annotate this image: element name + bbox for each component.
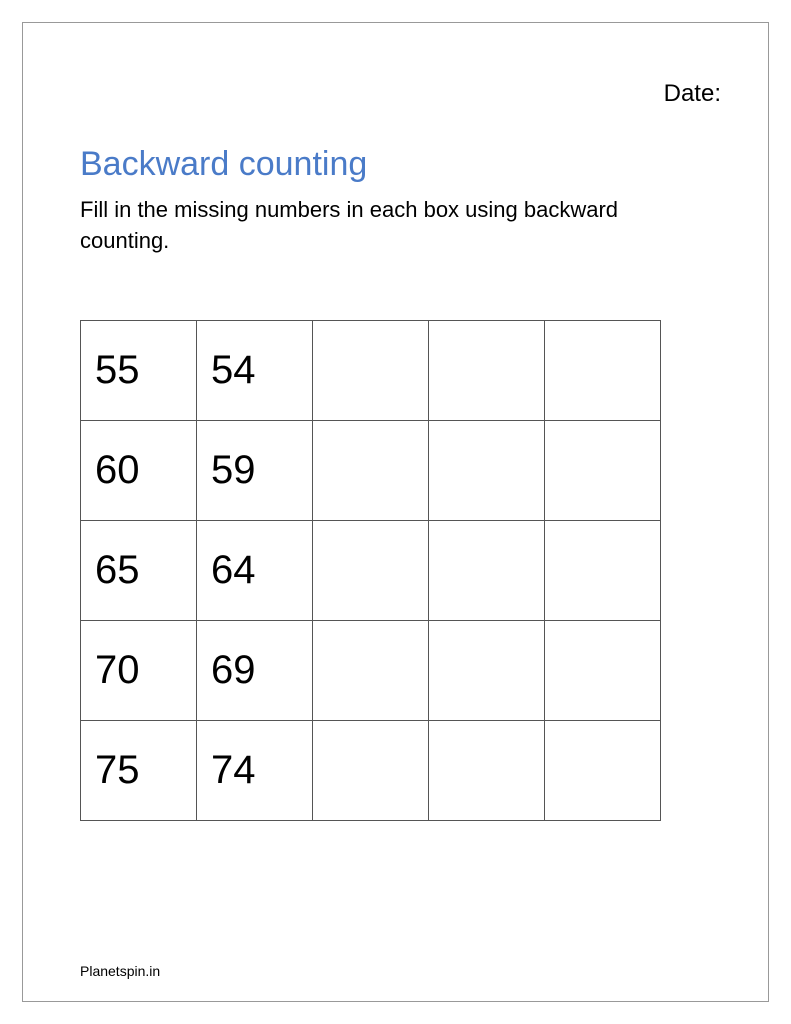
grid-cell[interactable] (313, 321, 429, 421)
footer-credit: Planetspin.in (80, 963, 160, 979)
table-row: 60 59 (81, 421, 661, 521)
date-label: Date: (664, 80, 721, 108)
grid-cell[interactable] (313, 521, 429, 621)
grid-cell: 55 (81, 321, 197, 421)
grid-cell[interactable] (429, 621, 545, 721)
grid-cell[interactable] (429, 421, 545, 521)
grid-cell[interactable] (545, 421, 661, 521)
grid-cell: 70 (81, 621, 197, 721)
table-row: 55 54 (81, 321, 661, 421)
grid-cell[interactable] (313, 721, 429, 821)
grid-cell: 54 (197, 321, 313, 421)
table-row: 65 64 (81, 521, 661, 621)
grid-cell: 74 (197, 721, 313, 821)
grid-cell[interactable] (313, 421, 429, 521)
table-row: 70 69 (81, 621, 661, 721)
grid-cell: 59 (197, 421, 313, 521)
grid-cell[interactable] (545, 721, 661, 821)
grid-cell[interactable] (545, 521, 661, 621)
grid-cell: 65 (81, 521, 197, 621)
grid-cell[interactable] (429, 321, 545, 421)
grid-cell[interactable] (545, 321, 661, 421)
grid-cell: 64 (197, 521, 313, 621)
table-row: 75 74 (81, 721, 661, 821)
grid-cell[interactable] (429, 721, 545, 821)
worksheet-title: Backward counting (80, 145, 367, 184)
worksheet-instructions: Fill in the missing numbers in each box … (80, 195, 711, 257)
counting-grid: 55 54 60 59 65 64 70 69 75 74 (80, 320, 661, 821)
grid-cell[interactable] (429, 521, 545, 621)
grid-cell: 60 (81, 421, 197, 521)
grid-cell[interactable] (313, 621, 429, 721)
grid-cell[interactable] (545, 621, 661, 721)
grid-cell: 69 (197, 621, 313, 721)
grid-cell: 75 (81, 721, 197, 821)
